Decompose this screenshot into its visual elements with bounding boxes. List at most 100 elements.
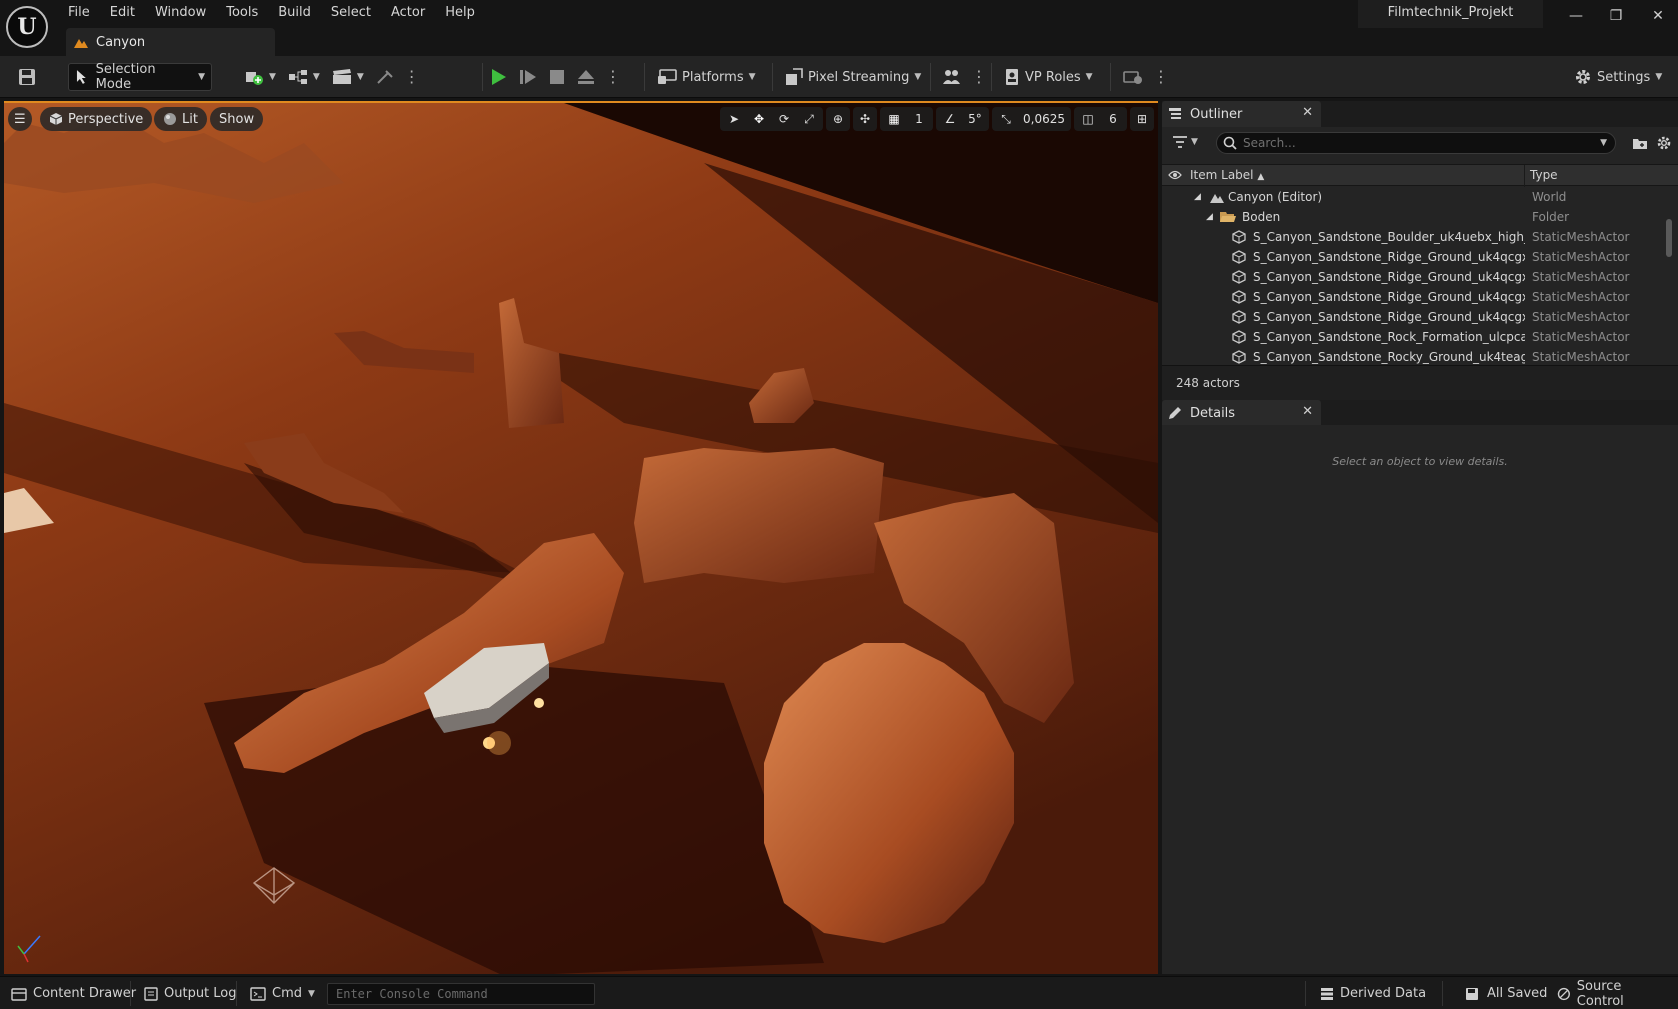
details-title: Details xyxy=(1190,405,1236,421)
tree-row-world[interactable]: ◢ Canyon (Editor) World xyxy=(1162,187,1662,207)
tree-row-actor[interactable]: S_Canyon_Sandstone_Ridge_Ground_uk4qcgx_… xyxy=(1162,307,1662,327)
close-outliner-icon[interactable]: ✕ xyxy=(1302,105,1313,120)
settings-dropdown[interactable]: Settings ▼ xyxy=(1568,63,1668,91)
menu-build[interactable]: Build xyxy=(268,2,321,24)
vp-roles-dropdown[interactable]: VP Roles ▼ xyxy=(998,63,1099,91)
menu-file[interactable]: File xyxy=(58,2,100,24)
tree-row-actor[interactable]: S_Canyon_Sandstone_Ridge_Ground_uk4qcgx_… xyxy=(1162,247,1662,267)
status-separator xyxy=(1442,981,1443,1006)
console-command-input[interactable] xyxy=(327,983,595,1005)
derived-data-button[interactable]: Derived Data xyxy=(1313,980,1433,1007)
platforms-dropdown[interactable]: Platforms ▼ xyxy=(651,63,762,91)
view-mode-dropdown[interactable]: Lit xyxy=(154,107,207,131)
add-folder-icon[interactable] xyxy=(1632,136,1648,150)
level-tab-label: Canyon xyxy=(96,34,146,50)
more-options-icon[interactable]: ⋮ xyxy=(400,69,424,85)
tree-row-actor[interactable]: S_Canyon_Sandstone_Boulder_uk4uebx_high_… xyxy=(1162,227,1662,247)
tree-row-actor[interactable]: S_Canyon_Sandstone_Rock_Formation_ulcpca… xyxy=(1162,327,1662,347)
filter-button[interactable]: ▼ xyxy=(1172,135,1198,149)
clapperboard-icon xyxy=(332,69,351,84)
type-column-header[interactable]: Type xyxy=(1530,168,1558,182)
scale-snap-value[interactable]: 0,0625 xyxy=(1019,107,1069,131)
menu-edit[interactable]: Edit xyxy=(100,2,145,24)
menu-tools[interactable]: Tools xyxy=(216,2,268,24)
tree-row-actor[interactable]: S_Canyon_Sandstone_Ridge_Ground_uk4qcgx_… xyxy=(1162,287,1662,307)
virtual-production-button[interactable] xyxy=(935,63,967,91)
surface-snapping-button[interactable]: ✣ xyxy=(853,107,877,131)
derived-data-icon xyxy=(1321,987,1333,1000)
level-tab-canyon[interactable]: Canyon xyxy=(66,28,275,56)
source-control-button[interactable]: Source Control xyxy=(1550,979,1678,1009)
coordinate-system-button[interactable]: ⊕ xyxy=(826,107,850,131)
add-actor-button[interactable]: ▼ xyxy=(238,63,282,91)
close-details-icon[interactable]: ✕ xyxy=(1302,404,1313,419)
cinematics-button[interactable]: ▼ xyxy=(326,63,370,91)
camera-speed-toggle[interactable]: ◫ xyxy=(1076,107,1100,131)
modeling-tools-button[interactable] xyxy=(370,63,400,91)
content-drawer-button[interactable]: Content Drawer xyxy=(4,980,143,1007)
expand-arrow-icon[interactable]: ◢ xyxy=(1206,212,1213,222)
cmd-label: Cmd xyxy=(272,986,302,1001)
unreal-logo-icon[interactable]: U xyxy=(6,6,48,48)
play-button[interactable] xyxy=(483,63,513,91)
rotate-tool-button[interactable]: ⟳ xyxy=(772,107,796,131)
outliner-search-box[interactable]: ▼ xyxy=(1216,132,1616,154)
item-label-column[interactable]: Item Label ▲ xyxy=(1190,168,1264,182)
outliner-search-input[interactable] xyxy=(1243,136,1583,150)
grid-snap-toggle[interactable]: ▦ xyxy=(882,107,906,131)
perspective-dropdown[interactable]: Perspective xyxy=(40,107,153,131)
expand-arrow-icon[interactable]: ◢ xyxy=(1194,192,1201,202)
outliner-settings-gear-icon[interactable] xyxy=(1656,135,1672,151)
angle-snap-toggle[interactable]: ∠ xyxy=(938,107,962,131)
menu-help[interactable]: Help xyxy=(435,2,485,24)
tree-row-actor[interactable]: S_Canyon_Sandstone_Rocky_Ground_uk4teag … xyxy=(1162,347,1662,365)
eject-button[interactable] xyxy=(571,63,601,91)
surface-snap-icon: ✣ xyxy=(859,112,871,126)
menu-select[interactable]: Select xyxy=(321,2,381,24)
scale-tool-button[interactable]: ⤢ xyxy=(797,107,821,131)
viewport-scene[interactable] xyxy=(4,103,1158,974)
visibility-eye-icon[interactable] xyxy=(1168,169,1182,181)
show-dropdown[interactable]: Show xyxy=(210,107,264,131)
all-saved-button[interactable]: All Saved xyxy=(1458,980,1554,1007)
selection-mode-dropdown[interactable]: Selection Mode ▼ xyxy=(68,62,212,92)
menu-window[interactable]: Window xyxy=(145,2,216,24)
select-tool-button[interactable]: ➤ xyxy=(722,107,746,131)
output-log-button[interactable]: Output Log xyxy=(137,980,244,1007)
grid-snap-value[interactable]: 1 xyxy=(907,107,931,131)
translate-tool-button[interactable]: ✥ xyxy=(747,107,771,131)
viewport-menu-button[interactable]: ☰ xyxy=(8,107,32,131)
menu-actor[interactable]: Actor xyxy=(381,2,435,24)
minimize-icon[interactable]: — xyxy=(1560,4,1592,28)
content-drawer-label: Content Drawer xyxy=(33,986,137,1001)
outliner-scrollbar[interactable] xyxy=(1666,219,1672,257)
search-icon xyxy=(1223,136,1237,150)
outliner-tab[interactable]: Outliner ✕ xyxy=(1162,101,1321,127)
multi-user-button[interactable] xyxy=(1117,63,1149,91)
viewport-layout-button[interactable]: ⊞ xyxy=(1130,107,1154,131)
play-options-icon[interactable]: ⋮ xyxy=(601,69,625,85)
scale-snap-toggle[interactable]: ⤡ xyxy=(994,107,1018,131)
output-log-icon xyxy=(144,986,158,1001)
angle-snap-value[interactable]: 5° xyxy=(963,107,987,131)
vp-options-icon[interactable]: ⋮ xyxy=(967,69,991,85)
pixel-streaming-dropdown[interactable]: Pixel Streaming ▼ xyxy=(779,63,927,91)
search-history-chevron-icon[interactable]: ▼ xyxy=(1600,138,1607,148)
level-viewport[interactable]: ☰ Perspective Lit Show ➤ ✥ ⟳ ⤢ ⊕ ✣ ▦ 1 ∠… xyxy=(4,101,1158,974)
details-tab[interactable]: Details ✕ xyxy=(1162,400,1321,426)
tree-item-label: S_Canyon_Sandstone_Rock_Formation_ulcpca… xyxy=(1253,330,1525,344)
cmd-dropdown[interactable]: Cmd ▼ xyxy=(243,980,322,1007)
restore-icon[interactable]: ❐ xyxy=(1600,4,1632,28)
camera-speed-value[interactable]: 6 xyxy=(1101,107,1125,131)
advance-frame-button[interactable] xyxy=(513,63,543,91)
blueprints-button[interactable]: ▼ xyxy=(282,63,326,91)
stop-button[interactable] xyxy=(543,63,571,91)
tree-row-actor[interactable]: S_Canyon_Sandstone_Ridge_Ground_uk4qcgx_… xyxy=(1162,267,1662,287)
outliner-panel: ▼ ▼ Item Label ▲ Type ◢ Canyon (Editor) … xyxy=(1162,127,1678,400)
filter-icon xyxy=(1173,136,1187,148)
save-button[interactable] xyxy=(12,63,42,91)
close-window-icon[interactable]: ✕ xyxy=(1642,4,1674,28)
tree-row-folder[interactable]: ◢ Boden Folder xyxy=(1162,207,1662,227)
multi-user-options-icon[interactable]: ⋮ xyxy=(1149,69,1173,85)
scale-icon: ⤢ xyxy=(804,111,814,126)
